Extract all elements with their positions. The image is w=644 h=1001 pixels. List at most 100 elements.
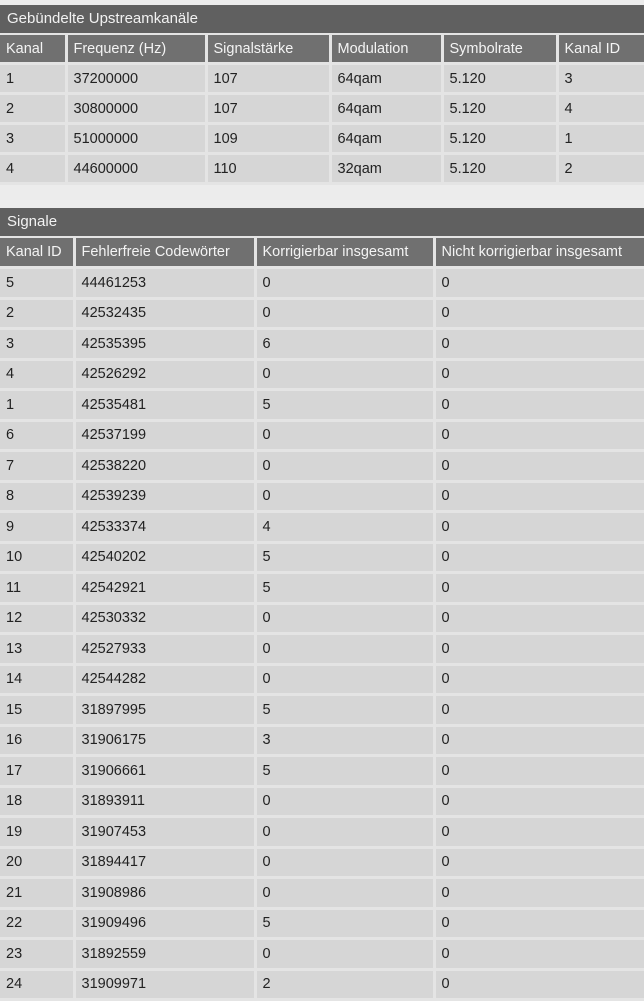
symbolrate-cell: 5.120 bbox=[442, 123, 559, 155]
korrigierbar-cell: 0 bbox=[255, 938, 436, 971]
table-row: 11 42542921 5 0 bbox=[0, 572, 644, 605]
korrigierbar-cell: 5 bbox=[255, 908, 436, 940]
table-row: 13 42527933 0 0 bbox=[0, 633, 644, 666]
korrigierbar-cell: 0 bbox=[255, 267, 436, 300]
nicht-korrigierbar-cell: 0 bbox=[434, 816, 644, 849]
kanal-id-cell: 3 bbox=[0, 328, 76, 361]
table-row: 21 31908986 0 0 bbox=[0, 877, 644, 910]
fehlerfreie-codewoerter-cell: 42540202 bbox=[74, 542, 257, 574]
nicht-korrigierbar-cell: 0 bbox=[434, 664, 644, 696]
fehlerfreie-codewoerter-cell: 42533374 bbox=[74, 511, 257, 544]
upstream-table: Kanal Frequenz (Hz) Signalstärke Modulat… bbox=[0, 35, 644, 185]
korrigierbar-cell: 0 bbox=[255, 633, 436, 666]
korrigierbar-cell: 6 bbox=[255, 328, 436, 361]
table-row: 17 31906661 5 0 bbox=[0, 755, 644, 788]
fehlerfreie-codewoerter-cell: 31893911 bbox=[74, 786, 257, 818]
table-row: 3 42535395 6 0 bbox=[0, 328, 644, 361]
symbolrate-cell: 5.120 bbox=[442, 93, 559, 125]
nicht-korrigierbar-cell: 0 bbox=[434, 328, 644, 361]
header-korrigierbar: Korrigierbar insgesamt bbox=[255, 238, 436, 269]
kanal-id-cell: 10 bbox=[0, 542, 76, 574]
table-row: 16 31906175 3 0 bbox=[0, 725, 644, 757]
header-signalstaerke: Signalstärke bbox=[206, 35, 332, 65]
korrigierbar-cell: 5 bbox=[255, 572, 436, 605]
fehlerfreie-codewoerter-cell: 31894417 bbox=[74, 847, 257, 879]
korrigierbar-cell: 4 bbox=[255, 511, 436, 544]
nicht-korrigierbar-cell: 0 bbox=[434, 542, 644, 574]
table-row: 22 31909496 5 0 bbox=[0, 908, 644, 940]
nicht-korrigierbar-cell: 0 bbox=[434, 450, 644, 483]
kanal-id-cell: 5 bbox=[0, 267, 76, 300]
kanal-id-cell: 8 bbox=[0, 481, 76, 513]
kanal-id-cell: 13 bbox=[0, 633, 76, 666]
symbolrate-cell: 5.120 bbox=[442, 63, 559, 95]
upstream-panel-title: Gebündelte Upstreamkanäle bbox=[0, 5, 644, 35]
nicht-korrigierbar-cell: 0 bbox=[434, 938, 644, 971]
fehlerfreie-codewoerter-cell: 42538220 bbox=[74, 450, 257, 483]
upstream-table-body: 1 37200000 107 64qam 5.120 3 2 30800000 107 64qam… bbox=[0, 63, 644, 185]
fehlerfreie-codewoerter-cell: 31908986 bbox=[74, 877, 257, 910]
kanal-cell: 1 bbox=[0, 63, 68, 95]
fehlerfreie-codewoerter-cell: 31907453 bbox=[74, 816, 257, 849]
korrigierbar-cell: 0 bbox=[255, 359, 436, 391]
table-row: 4 42526292 0 0 bbox=[0, 359, 644, 391]
fehlerfreie-codewoerter-cell: 31906661 bbox=[74, 755, 257, 788]
kanal-id-cell: 12 bbox=[0, 603, 76, 635]
header-kanal-id: Kanal ID bbox=[0, 238, 76, 269]
header-kanal-id: Kanal ID bbox=[557, 35, 644, 65]
nicht-korrigierbar-cell: 0 bbox=[434, 725, 644, 757]
korrigierbar-cell: 0 bbox=[255, 450, 436, 483]
signals-table: Kanal ID Fehlerfreie Codewörter Korrigie… bbox=[0, 238, 644, 1001]
modulation-cell: 64qam bbox=[330, 123, 444, 155]
nicht-korrigierbar-cell: 0 bbox=[434, 633, 644, 666]
korrigierbar-cell: 0 bbox=[255, 481, 436, 513]
korrigierbar-cell: 0 bbox=[255, 816, 436, 849]
nicht-korrigierbar-cell: 0 bbox=[434, 847, 644, 879]
nicht-korrigierbar-cell: 0 bbox=[434, 786, 644, 818]
kanal-id-cell: 11 bbox=[0, 572, 76, 605]
kanal-id-cell: 7 bbox=[0, 450, 76, 483]
korrigierbar-cell: 5 bbox=[255, 542, 436, 574]
nicht-korrigierbar-cell: 0 bbox=[434, 603, 644, 635]
kanal-id-cell: 19 bbox=[0, 816, 76, 849]
kanal-cell: 4 bbox=[0, 153, 68, 185]
korrigierbar-cell: 3 bbox=[255, 725, 436, 757]
kanal-cell: 2 bbox=[0, 93, 68, 125]
korrigierbar-cell: 0 bbox=[255, 877, 436, 910]
fehlerfreie-codewoerter-cell: 42530332 bbox=[74, 603, 257, 635]
fehlerfreie-codewoerter-cell: 42542921 bbox=[74, 572, 257, 605]
header-kanal: Kanal bbox=[0, 35, 68, 65]
fehlerfreie-codewoerter-cell: 42526292 bbox=[74, 359, 257, 391]
nicht-korrigierbar-cell: 0 bbox=[434, 389, 644, 422]
frequenz-cell: 44600000 bbox=[66, 153, 208, 185]
table-row: 23 31892559 0 0 bbox=[0, 938, 644, 971]
kanal-id-cell: 2 bbox=[557, 153, 644, 185]
kanal-id-cell: 4 bbox=[0, 359, 76, 391]
kanal-id-cell: 24 bbox=[0, 969, 76, 1001]
signalstaerke-cell: 107 bbox=[206, 93, 332, 125]
korrigierbar-cell: 0 bbox=[255, 298, 436, 330]
table-row: 7 42538220 0 0 bbox=[0, 450, 644, 483]
kanal-id-cell: 14 bbox=[0, 664, 76, 696]
korrigierbar-cell: 5 bbox=[255, 389, 436, 422]
table-row: 19 31907453 0 0 bbox=[0, 816, 644, 849]
fehlerfreie-codewoerter-cell: 42532435 bbox=[74, 298, 257, 330]
korrigierbar-cell: 5 bbox=[255, 755, 436, 788]
table-row: 1 37200000 107 64qam 5.120 3 bbox=[0, 63, 644, 95]
kanal-id-cell: 1 bbox=[0, 389, 76, 422]
fehlerfreie-codewoerter-cell: 42535481 bbox=[74, 389, 257, 422]
modulation-cell: 32qam bbox=[330, 153, 444, 185]
nicht-korrigierbar-cell: 0 bbox=[434, 877, 644, 910]
nicht-korrigierbar-cell: 0 bbox=[434, 481, 644, 513]
kanal-id-cell: 2 bbox=[0, 298, 76, 330]
upstream-header-row: Kanal Frequenz (Hz) Signalstärke Modulat… bbox=[0, 35, 644, 65]
frequenz-cell: 51000000 bbox=[66, 123, 208, 155]
nicht-korrigierbar-cell: 0 bbox=[434, 908, 644, 940]
table-row: 9 42533374 4 0 bbox=[0, 511, 644, 544]
kanal-id-cell: 21 bbox=[0, 877, 76, 910]
table-row: 20 31894417 0 0 bbox=[0, 847, 644, 879]
korrigierbar-cell: 0 bbox=[255, 603, 436, 635]
table-row: 10 42540202 5 0 bbox=[0, 542, 644, 574]
fehlerfreie-codewoerter-cell: 31906175 bbox=[74, 725, 257, 757]
table-row: 15 31897995 5 0 bbox=[0, 694, 644, 727]
